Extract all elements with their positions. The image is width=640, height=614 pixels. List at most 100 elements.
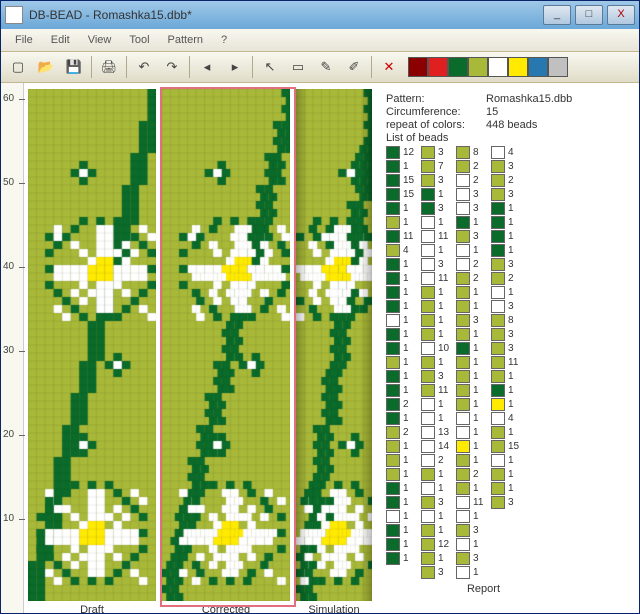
bead-item: 11 bbox=[421, 230, 454, 243]
bead-item: 10 bbox=[421, 342, 454, 355]
bead-item: 1 bbox=[421, 216, 454, 229]
bead-count: 12 bbox=[403, 147, 419, 158]
eyedropper-tool[interactable]: ✐ bbox=[341, 54, 367, 80]
bead-swatch bbox=[421, 314, 435, 327]
bead-count: 3 bbox=[473, 525, 489, 536]
undo-button[interactable]: ↶ bbox=[131, 54, 157, 80]
bead-count: 11 bbox=[438, 385, 454, 396]
bead-swatch bbox=[456, 258, 470, 271]
nav-left-button[interactable]: ◂ bbox=[194, 54, 220, 80]
menu-view[interactable]: View bbox=[80, 32, 120, 48]
bead-swatch bbox=[386, 370, 400, 383]
pencil-tool[interactable]: ✎ bbox=[313, 54, 339, 80]
bead-count: 1 bbox=[438, 399, 454, 410]
bead-swatch bbox=[491, 468, 505, 481]
corrected-canvas[interactable] bbox=[162, 89, 290, 601]
bead-count: 1 bbox=[473, 357, 489, 368]
open-button[interactable]: 📂 bbox=[33, 54, 59, 80]
bead-swatch bbox=[386, 230, 400, 243]
repeat-value: 448 beads bbox=[486, 119, 537, 131]
bead-item: 1 bbox=[491, 384, 524, 397]
color-swatch[interactable] bbox=[408, 57, 428, 77]
print-button[interactable]: 🖨 bbox=[96, 54, 122, 80]
bead-count: 1 bbox=[438, 315, 454, 326]
bead-item: 1 bbox=[421, 510, 454, 523]
bead-count: 1 bbox=[438, 287, 454, 298]
ruler-tick: 50 bbox=[1, 177, 25, 188]
bead-item: 3 bbox=[491, 496, 524, 509]
bead-count: 3 bbox=[508, 343, 524, 354]
bead-swatch bbox=[456, 272, 470, 285]
bead-swatch bbox=[421, 216, 435, 229]
bead-count: 1 bbox=[473, 217, 489, 228]
color-swatch[interactable] bbox=[468, 57, 488, 77]
bead-count: 1 bbox=[403, 539, 419, 550]
save-button[interactable]: 💾 bbox=[61, 54, 87, 80]
bead-item: 1 bbox=[421, 398, 454, 411]
menu-file[interactable]: File bbox=[7, 32, 41, 48]
bead-count: 8 bbox=[473, 147, 489, 158]
bead-count: 1 bbox=[438, 357, 454, 368]
menu-pattern[interactable]: Pattern bbox=[160, 32, 211, 48]
bead-item: 1 bbox=[421, 314, 454, 327]
bead-count: 10 bbox=[438, 343, 454, 354]
bead-count: 11 bbox=[508, 357, 524, 368]
color-swatch[interactable] bbox=[488, 57, 508, 77]
bead-swatch bbox=[386, 216, 400, 229]
bead-count: 1 bbox=[403, 497, 419, 508]
simulation-label: Simulation bbox=[308, 604, 359, 613]
color-swatch[interactable] bbox=[548, 57, 568, 77]
bead-swatch bbox=[456, 328, 470, 341]
close-button[interactable]: X bbox=[607, 5, 635, 25]
bead-swatch bbox=[421, 174, 435, 187]
menu-tool[interactable]: Tool bbox=[121, 32, 157, 48]
bead-count: 1 bbox=[473, 427, 489, 438]
bead-swatch bbox=[456, 342, 470, 355]
color-swatch[interactable] bbox=[428, 57, 448, 77]
new-button[interactable]: ▢ bbox=[5, 54, 31, 80]
bead-item: 1 bbox=[491, 370, 524, 383]
simulation-canvas[interactable] bbox=[296, 89, 372, 601]
bead-item: 2 bbox=[456, 468, 489, 481]
bead-swatch bbox=[456, 538, 470, 551]
menu-help[interactable]: ? bbox=[213, 32, 235, 48]
bead-item: 1 bbox=[386, 216, 419, 229]
maximize-button[interactable]: □ bbox=[575, 5, 603, 25]
color-swatch[interactable] bbox=[528, 57, 548, 77]
bead-count: 3 bbox=[438, 203, 454, 214]
bead-swatch bbox=[491, 188, 505, 201]
pointer-tool[interactable]: ↖ bbox=[257, 54, 283, 80]
bead-swatch bbox=[456, 202, 470, 215]
bead-swatch bbox=[421, 244, 435, 257]
bead-swatch bbox=[456, 384, 470, 397]
bead-count: 2 bbox=[508, 175, 524, 186]
minimize-button[interactable]: _ bbox=[543, 5, 571, 25]
bead-count: 1 bbox=[403, 455, 419, 466]
bead-swatch bbox=[491, 244, 505, 257]
redo-button[interactable]: ↷ bbox=[159, 54, 185, 80]
select-tool[interactable]: ▭ bbox=[285, 54, 311, 80]
color-swatch[interactable] bbox=[508, 57, 528, 77]
color-swatch[interactable] bbox=[448, 57, 468, 77]
bead-item: 1 bbox=[386, 496, 419, 509]
delete-button[interactable]: ✕ bbox=[376, 54, 402, 80]
bead-swatch bbox=[456, 524, 470, 537]
bead-count: 1 bbox=[473, 511, 489, 522]
bead-swatch bbox=[456, 440, 470, 453]
bead-swatch bbox=[421, 468, 435, 481]
bead-count: 15 bbox=[403, 175, 419, 186]
simulation-panel: Simulation bbox=[296, 89, 372, 611]
menu-edit[interactable]: Edit bbox=[43, 32, 78, 48]
bead-count: 1 bbox=[403, 315, 419, 326]
bead-count: 1 bbox=[508, 399, 524, 410]
bead-item: 14 bbox=[421, 440, 454, 453]
bead-count: 1 bbox=[403, 413, 419, 424]
bead-item: 2 bbox=[456, 160, 489, 173]
nav-right-button[interactable]: ▸ bbox=[222, 54, 248, 80]
draft-canvas[interactable] bbox=[28, 89, 156, 601]
bead-swatch bbox=[491, 440, 505, 453]
bead-item: 1 bbox=[456, 426, 489, 439]
bead-count: 3 bbox=[508, 329, 524, 340]
bead-count: 1 bbox=[438, 469, 454, 480]
bead-swatch bbox=[421, 454, 435, 467]
